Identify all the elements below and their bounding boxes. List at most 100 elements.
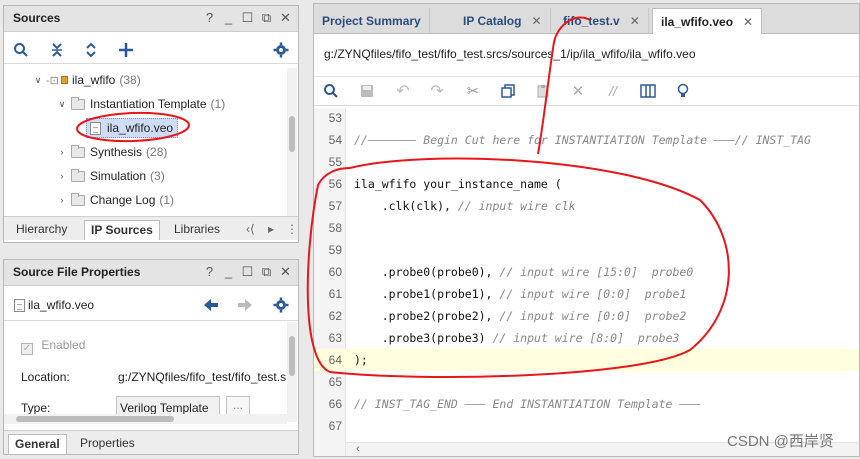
tree-item-label: Synthesis xyxy=(90,145,143,159)
tree-item-label: ila_wfifo.veo xyxy=(107,121,174,135)
minimize-icon[interactable]: _ xyxy=(222,264,235,280)
tab-scroll-right-icon[interactable]: ▸ xyxy=(262,220,280,240)
search-icon[interactable] xyxy=(12,41,30,59)
sources-header: Sources ? _ ☐ ⧉ ✕ xyxy=(4,6,298,32)
back-arrow-icon[interactable] xyxy=(202,296,220,314)
close-icon[interactable]: ✕ xyxy=(743,15,753,29)
type-label: Type: xyxy=(21,401,51,415)
help-icon[interactable]: ? xyxy=(203,10,216,26)
paste-icon[interactable] xyxy=(534,82,552,100)
tab-libraries[interactable]: Libraries xyxy=(168,220,226,240)
location-label: Location: xyxy=(21,370,70,384)
code-line: 66// INST_TAG_END ——— End INSTANTIATION … xyxy=(328,397,701,411)
collapse-all-icon[interactable] xyxy=(48,41,66,59)
enabled-checkbox[interactable]: ✓ xyxy=(21,343,33,355)
expand-all-icon[interactable] xyxy=(82,41,100,59)
enabled-checkbox-row[interactable]: ✓ Enabled xyxy=(21,338,85,355)
location-value: g:/ZYNQfiles/fifo_test/fifo_test.s xyxy=(118,370,286,384)
tab-ila-wfifo-veo[interactable]: ila_wfifo.veo ✕ xyxy=(652,8,763,34)
copy-icon[interactable] xyxy=(499,82,517,100)
search-icon[interactable] xyxy=(322,82,340,100)
cut-icon[interactable]: ✂ xyxy=(464,82,482,100)
tab-menu-icon[interactable]: ⋮ xyxy=(280,220,298,240)
properties-header: Source File Properties ? _ ☐ ⧉ ✕ xyxy=(4,260,298,286)
chevron-right-icon[interactable]: › xyxy=(56,147,68,157)
editor-panel: Project Summary IP Catalog ✕ fifo_test.v ✕… xyxy=(313,3,860,457)
tab-properties[interactable]: Properties xyxy=(74,434,141,454)
tree-item-label: ila_wfifo xyxy=(72,73,116,87)
maximize-icon[interactable]: ☐ xyxy=(241,264,254,280)
tree-item-count: (28) xyxy=(146,145,168,159)
code-line: 54//——————— Begin Cut here for INSTANTIA… xyxy=(328,133,811,147)
help-icon[interactable]: ? xyxy=(203,264,216,280)
folder-icon xyxy=(71,144,85,158)
folder-icon xyxy=(71,96,85,110)
editor-toolbar: ↶ ↷ ✂ ✕ // xyxy=(314,76,859,106)
gear-icon[interactable] xyxy=(272,296,290,314)
tab-general[interactable]: General xyxy=(8,434,67,454)
save-icon[interactable] xyxy=(358,82,376,100)
sources-panel: Sources ? _ ☐ ⧉ ✕ ∨ -⊡ ila_wfifo (38) ∨ … xyxy=(3,5,299,243)
code-line: 59 xyxy=(328,243,342,257)
tree-item-change-log[interactable]: › Change Log (1) xyxy=(56,190,174,210)
code-line: 56 ila_wfifo your_instance_name ( xyxy=(328,177,562,191)
properties-panel: Source File Properties ? _ ☐ ⧉ ✕ ila_wfi… xyxy=(3,259,299,455)
properties-vscrollbar[interactable] xyxy=(287,322,297,422)
tab-overflow-icon[interactable]: ‹⟨ xyxy=(240,220,261,240)
editor-tabbar: Project Summary IP Catalog ✕ fifo_test.v ✕… xyxy=(314,4,859,34)
gear-icon[interactable] xyxy=(272,41,290,59)
comment-icon[interactable]: // xyxy=(604,82,622,100)
folder-icon xyxy=(71,192,85,206)
properties-toolbar: ila_wfifo.veo xyxy=(4,291,298,321)
code-area[interactable]: 53 54//——————— Begin Cut here for INSTAN… xyxy=(314,107,859,442)
forward-arrow-icon[interactable] xyxy=(236,296,254,314)
close-icon[interactable]: ✕ xyxy=(279,10,292,26)
tab-project-summary[interactable]: Project Summary xyxy=(314,8,430,34)
scrollbar-thumb[interactable] xyxy=(289,116,295,152)
tree-item-instantiation-template[interactable]: ∨ Instantiation Template (1) xyxy=(56,94,225,114)
properties-title: Source File Properties xyxy=(13,265,141,279)
chevron-down-icon[interactable]: ∨ xyxy=(56,99,68,110)
tree-item-synthesis[interactable]: › Synthesis (28) xyxy=(56,142,167,162)
float-icon[interactable]: ⧉ xyxy=(260,264,273,280)
chevron-down-icon[interactable]: ∨ xyxy=(32,75,44,86)
code-line: 61 .probe1(probe1), // input wire [0:0] … xyxy=(328,287,687,301)
code-line: 57 .clk(clk), // input wire clk xyxy=(328,199,576,213)
scrollbar-thumb[interactable] xyxy=(289,336,295,376)
close-icon[interactable]: ✕ xyxy=(279,264,292,280)
tree-item-ila-wfifo-veo[interactable]: ila_wfifo.veo xyxy=(86,118,179,138)
undo-icon[interactable]: ↶ xyxy=(394,82,412,100)
tree-item-ila-wfifo[interactable]: ∨ -⊡ ila_wfifo (38) xyxy=(32,70,141,90)
scrollbar-thumb[interactable] xyxy=(16,416,174,422)
tab-ip-sources[interactable]: IP Sources xyxy=(84,220,160,240)
scroll-left-icon[interactable]: ‹ xyxy=(356,443,360,455)
maximize-icon[interactable]: ☐ xyxy=(241,10,254,26)
add-icon[interactable] xyxy=(117,41,135,59)
delete-icon[interactable]: ✕ xyxy=(569,82,587,100)
tab-hierarchy[interactable]: Hierarchy xyxy=(10,220,73,240)
minimize-icon[interactable]: _ xyxy=(222,10,235,26)
sources-scrollbar[interactable] xyxy=(287,68,297,216)
tree-item-simulation[interactable]: › Simulation (3) xyxy=(56,166,165,186)
redo-icon[interactable]: ↷ xyxy=(428,82,446,100)
column-select-icon[interactable] xyxy=(639,82,657,100)
code-line: 63 .probe3(probe3) // input wire [8:0] p… xyxy=(328,331,680,345)
tree-item-count: (3) xyxy=(150,169,165,183)
tree-item-label: Instantiation Template xyxy=(90,97,207,111)
chevron-right-icon[interactable]: › xyxy=(56,195,68,205)
tree-item-label: Change Log xyxy=(90,193,156,207)
close-icon[interactable]: ✕ xyxy=(630,14,640,28)
close-icon[interactable]: ✕ xyxy=(531,14,541,28)
file-icon xyxy=(14,299,25,312)
file-path: g:/ZYNQfiles/fifo_test/fifo_test.srcs/so… xyxy=(324,47,696,61)
properties-hscrollbar[interactable] xyxy=(4,414,287,424)
code-line: 65 xyxy=(328,375,342,389)
tree-item-count: (1) xyxy=(210,97,226,111)
tab-ip-catalog[interactable]: IP Catalog ✕ xyxy=(455,8,551,34)
lightbulb-icon[interactable] xyxy=(674,82,692,100)
code-line: 55 xyxy=(328,155,342,169)
tab-fifo-test-v[interactable]: fifo_test.v ✕ xyxy=(555,8,649,34)
float-icon[interactable]: ⧉ xyxy=(260,10,273,26)
chevron-right-icon[interactable]: › xyxy=(56,171,68,181)
code-line: 62 .probe2(probe2), // input wire [0:0] … xyxy=(328,309,687,323)
